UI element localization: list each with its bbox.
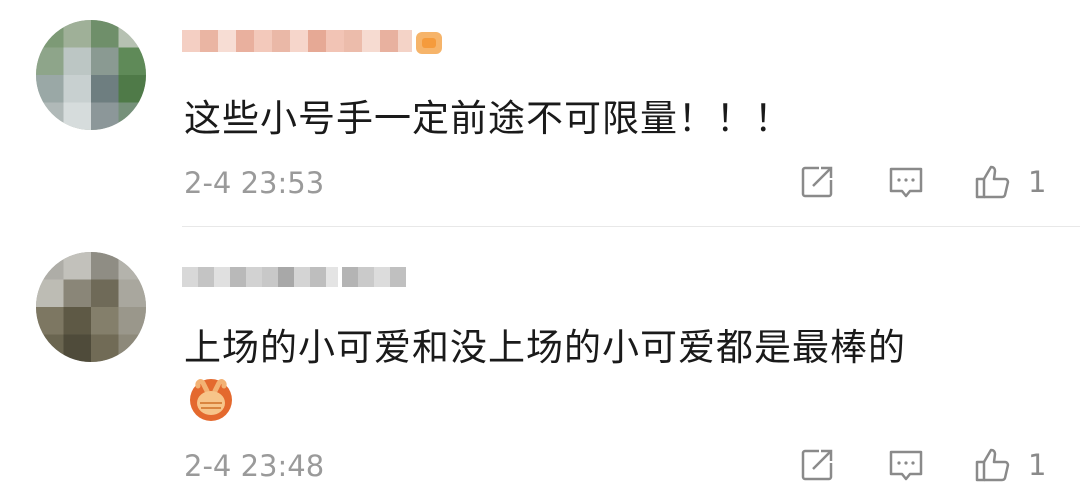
- comment-text: 上场的小可爱和没上场的小可爱都是最棒的: [184, 326, 906, 369]
- vip-badge-icon: [414, 28, 444, 58]
- share-icon: [801, 449, 833, 481]
- like-button[interactable]: [972, 445, 1012, 485]
- reply-button[interactable]: [886, 162, 926, 202]
- comment-timestamp: 2-4 23:48: [184, 449, 325, 483]
- thumbs-up-icon: [975, 448, 1010, 482]
- reply-button[interactable]: [886, 445, 926, 485]
- username-pixelated[interactable]: [182, 257, 432, 295]
- comment-icon: [889, 167, 923, 198]
- avatar[interactable]: [36, 252, 146, 362]
- comment-item: 这些小号手一定前途不可限量！！！ 2-4 23:53 1: [0, 0, 1080, 226]
- comment-text: 这些小号手一定前途不可限量！！！: [184, 97, 792, 140]
- share-icon: [801, 166, 833, 198]
- like-count: 1: [1028, 448, 1047, 482]
- comment-footer: 2-4 23:53 1: [0, 162, 1080, 202]
- share-button[interactable]: [797, 445, 837, 485]
- like-count: 1: [1028, 165, 1047, 199]
- clapping-hands-emoji: [184, 370, 238, 424]
- comment-item: 上场的小可爱和没上场的小可爱都是最棒的 2-4 23:48 1: [0, 227, 1080, 497]
- comment-icon: [889, 450, 923, 481]
- share-button[interactable]: [797, 162, 837, 202]
- like-button[interactable]: [972, 162, 1012, 202]
- avatar[interactable]: [36, 20, 146, 130]
- comment-footer: 2-4 23:48 1: [0, 445, 1080, 485]
- thumbs-up-icon: [975, 165, 1010, 199]
- comment-timestamp: 2-4 23:53: [184, 166, 325, 200]
